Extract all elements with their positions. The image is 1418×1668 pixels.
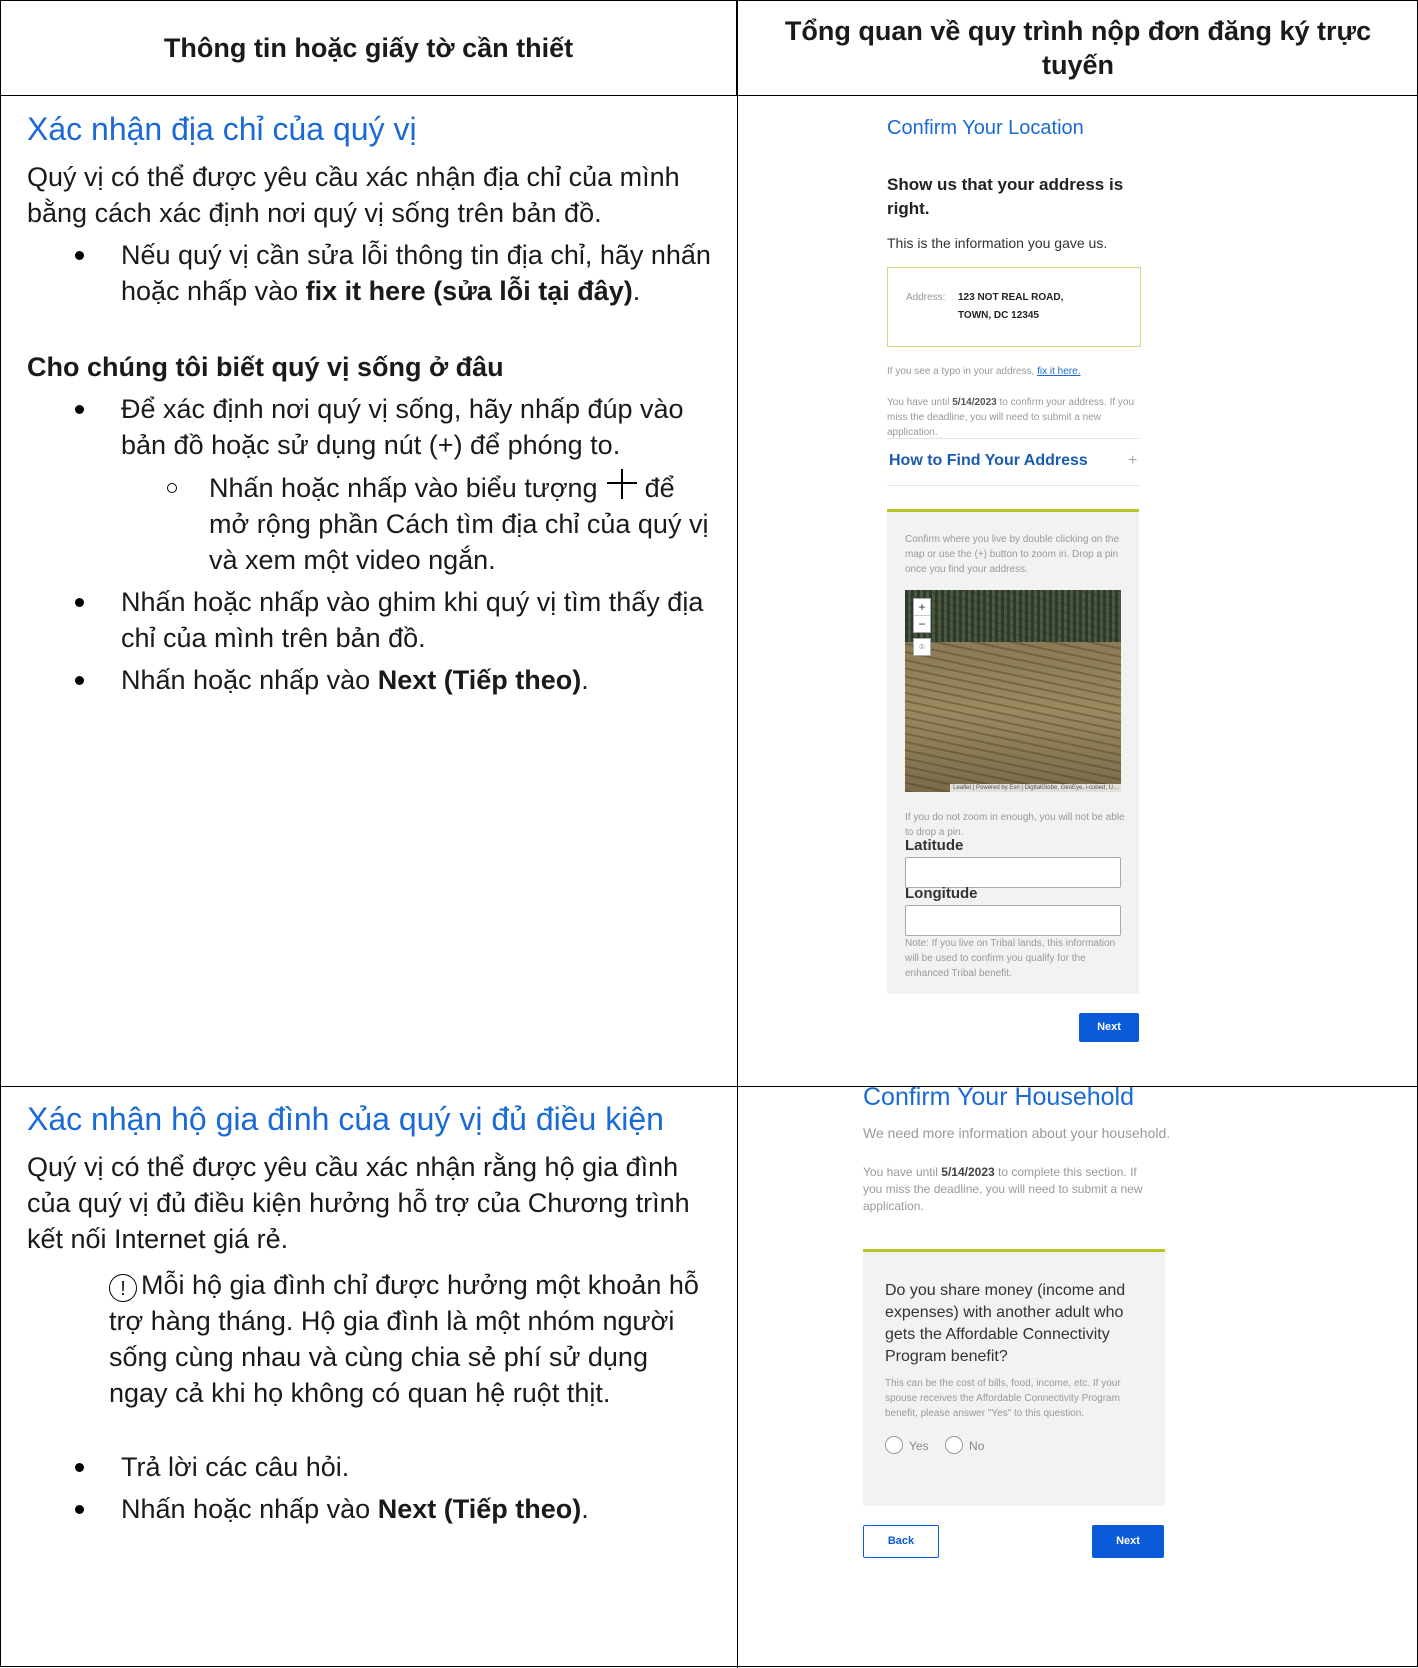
map-panel: Confirm where you live by double clickin… — [887, 509, 1139, 994]
column-divider — [737, 1, 738, 1668]
satellite-map[interactable]: + − ⌾ Leaflet | Powered by Esri | Digita… — [905, 590, 1121, 792]
fix-it-here-text: fix it here (sửa lỗi tại đây) — [305, 276, 633, 306]
note-text: Mỗi hộ gia đình chỉ được hưởng một khoản… — [109, 1270, 699, 1408]
address-line: 123 NOT REAL ROAD, — [958, 292, 1064, 303]
longitude-input[interactable] — [905, 905, 1121, 936]
subheading: Cho chúng tôi biết quý vị sống ở đâu — [27, 352, 504, 382]
radio-group: Yes No — [885, 1436, 996, 1455]
accordion-how-to-find-address[interactable]: How to Find Your Address — [889, 452, 1088, 470]
longitude-label: Longitude — [905, 885, 978, 902]
zoom-in-button[interactable]: + — [914, 599, 930, 615]
map-zoom-control: + − — [913, 598, 931, 633]
deadline-text: You have until — [863, 1165, 942, 1179]
list-item: Trả lời các câu hỏi. — [75, 1449, 711, 1485]
column-header-required-info: Thông tin hoặc giấy tờ cần thiết — [1, 1, 737, 96]
plus-icon — [607, 469, 638, 499]
typo-text: If you see a typo in your address, — [887, 366, 1038, 377]
bullet-text: Để xác định nơi quý vị sống, hãy nhấp đú… — [121, 394, 684, 460]
deadline-date: 5/14/2023 — [952, 397, 997, 408]
next-label-text: Next (Tiếp theo) — [377, 1494, 582, 1524]
panel-instructions: Confirm where you live by double clickin… — [905, 534, 1119, 575]
document-table: Thông tin hoặc giấy tờ cần thiết Tổng qu… — [0, 0, 1418, 1668]
section-confirm-household: Xác nhận hộ gia đình của quý vị đủ điều … — [1, 1099, 737, 1533]
exclamation-circle-icon: ! — [109, 1274, 137, 1302]
bullet-text: Nhấn hoặc nhấp vào biểu tượng — [209, 473, 606, 503]
section-intro: Quý vị có thể được yêu cầu xác nhận rằng… — [27, 1152, 690, 1254]
typo-note: If you see a typo in your address, fix i… — [887, 364, 1080, 379]
plus-icon[interactable]: + — [1128, 452, 1137, 470]
section-confirm-address: Xác nhận địa chỉ của quý vị Quý vị có th… — [1, 109, 737, 704]
question-panel: Do you share money (income and expenses)… — [863, 1249, 1165, 1506]
bullet-list: Trả lời các câu hỏi. Nhấn hoặc nhấp vào … — [27, 1449, 711, 1527]
divider — [887, 485, 1139, 486]
bullet-text: Nhấn hoặc nhấp vào ghim khi quý vị tìm t… — [121, 587, 704, 653]
list-item: Nhấn hoặc nhấp vào Next (Tiếp theo). — [75, 1491, 711, 1527]
back-button[interactable]: Back — [863, 1525, 939, 1558]
section-intro: Quý vị có thể được yêu cầu xác nhận địa … — [27, 162, 680, 228]
map-terrain — [905, 590, 1121, 792]
deadline-text: You have until — [887, 397, 953, 408]
screen-title: Confirm Your Location — [887, 117, 1084, 139]
mock-location-heading: Show us that your address is right. — [887, 175, 1124, 218]
mock-household-info: We need more information about your hous… — [863, 1125, 1171, 1141]
question-text: Do you share money (income and expenses)… — [885, 1282, 1126, 1365]
note-callout: ! Mỗi hộ gia đình chỉ được hưởng một khoả… — [27, 1267, 711, 1411]
radio-no[interactable] — [945, 1436, 964, 1454]
screen-title: Confirm Your Household — [863, 1083, 1134, 1111]
bullet-list: Nếu quý vị cần sửa lỗi thông tin địa chỉ… — [27, 237, 711, 309]
bullet-list: Để xác định nơi quý vị sống, hãy nhấp đú… — [27, 391, 711, 698]
tribal-note: Note: If you live on Tribal lands, this … — [905, 938, 1116, 979]
mock-location-info: This is the information you gave us. — [887, 235, 1108, 251]
next-button[interactable]: Next — [1092, 1525, 1164, 1558]
bullet-text: . — [581, 1494, 589, 1524]
column-header-online-process: Tổng quan về quy trình nộp đơn đăng ký t… — [737, 1, 1418, 96]
list-item: Nhấn hoặc nhấp vào ghim khi quý vị tìm t… — [75, 584, 711, 656]
radio-yes[interactable] — [885, 1436, 903, 1454]
radio-no-label: No — [969, 1439, 985, 1453]
zoom-out-button[interactable]: − — [914, 615, 930, 632]
latitude-label: Latitude — [905, 837, 964, 854]
deadline-date: 5/14/2023 — [941, 1165, 995, 1179]
address-label: Address: — [906, 292, 946, 303]
zoom-note: If you do not zoom in enough, you will n… — [905, 812, 1125, 838]
divider — [887, 438, 1139, 439]
map-pin-icon[interactable]: ⌾ — [913, 638, 931, 656]
bullet-text: Nhấn hoặc nhấp vào — [121, 665, 378, 695]
next-label-text: Next (Tiếp theo) — [377, 665, 582, 695]
household-deadline-note: You have until 5/14/2023 to complete thi… — [863, 1164, 1148, 1215]
deadline-note: You have until 5/14/2023 to confirm your… — [887, 395, 1139, 440]
list-item: Nhấn hoặc nhấp vào Next (Tiếp theo). — [75, 662, 711, 698]
radio-yes-label: Yes — [909, 1439, 929, 1453]
bullet-text: Nhấn hoặc nhấp vào — [121, 1494, 378, 1524]
question-help: This can be the cost of bills, food, inc… — [885, 1378, 1121, 1419]
bullet-text: . — [632, 276, 641, 306]
list-item: Nếu quý vị cần sửa lỗi thông tin địa chỉ… — [75, 237, 711, 309]
mock-household-title: Confirm Your Household — [863, 1081, 1134, 1113]
bullet-text: . — [581, 665, 589, 695]
mock-location-title: Confirm Your Location — [887, 117, 1084, 140]
sub-list-item: Nhấn hoặc nhấp vào biểu tượng để mở rộng… — [167, 469, 711, 578]
section-title: Xác nhận hộ gia đình của quý vị đủ điều … — [27, 1101, 664, 1137]
fix-it-here-link[interactable]: fix it here. — [1037, 366, 1080, 377]
list-item: Để xác định nơi quý vị sống, hãy nhấp đú… — [75, 391, 711, 578]
latitude-input[interactable] — [905, 857, 1121, 888]
address-line: TOWN, DC 12345 — [958, 310, 1039, 321]
sub-list: Nhấn hoặc nhấp vào biểu tượng để mở rộng… — [121, 469, 711, 578]
bullet-text: Trả lời các câu hỏi. — [121, 1452, 350, 1482]
row-divider — [1, 1086, 1418, 1087]
address-box: Address: 123 NOT REAL ROAD, TOWN, DC 123… — [887, 267, 1141, 347]
section-title: Xác nhận địa chỉ của quý vị — [27, 111, 417, 147]
next-button[interactable]: Next — [1079, 1013, 1139, 1042]
map-attribution: Leaflet | Powered by Esri | DigitalGlobe… — [950, 784, 1121, 792]
